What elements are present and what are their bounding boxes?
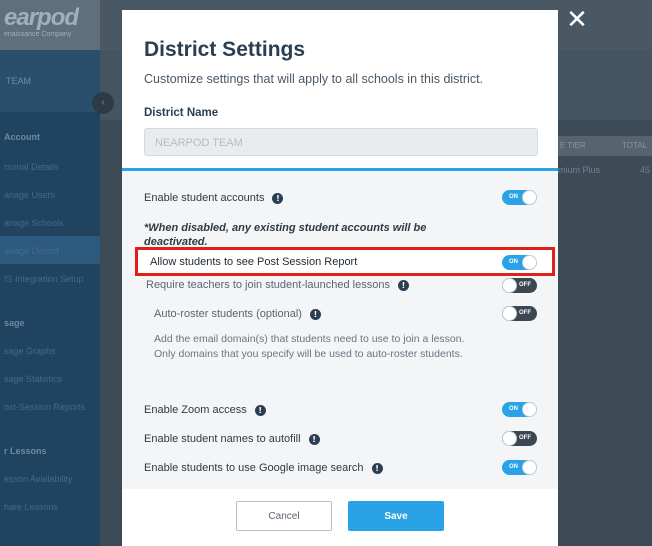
toggle-require-teachers[interactable]: OFF [502, 278, 537, 293]
info-icon[interactable]: ! [254, 404, 266, 416]
toggle-student-accounts[interactable]: ON [502, 190, 537, 205]
toggle-knob [522, 255, 537, 270]
info-icon[interactable]: ! [272, 192, 284, 204]
toggle-state-label: ON [509, 464, 518, 470]
info-icon[interactable]: ! [397, 279, 409, 291]
cancel-button[interactable]: Cancel [236, 501, 332, 531]
toggle-knob [502, 306, 517, 321]
sidebar-team-label: TEAM [6, 76, 32, 86]
toggle-state-label: ON [509, 194, 518, 200]
toggle-state-label: OFF [519, 435, 531, 441]
toggle-state-label: ON [509, 259, 518, 265]
modal-subtitle: Customize settings that will apply to al… [144, 72, 484, 86]
sidebar-section-lessons: r Lessons [4, 446, 47, 456]
sidebar-section-account: Account [4, 132, 40, 142]
sidebar-item-manage-district[interactable]: anage District [4, 246, 59, 256]
sidebar-item-usage-graphs[interactable]: sage Graphs [4, 346, 56, 356]
sidebar-item-lesson-availability[interactable]: esson Availability [4, 474, 72, 484]
sidebar-section-usage: sage [4, 318, 25, 328]
setting-post-session-report-highlight: Allow students to see Post Session Repor… [135, 247, 555, 276]
setting-require-teachers: Require teachers to join student-launche… [146, 279, 409, 291]
setting-auto-roster-label: Auto-roster students (optional) [154, 308, 302, 320]
toggle-post-session-report[interactable]: ON [502, 255, 537, 270]
setting-student-accounts: Enable student accounts ! [144, 192, 284, 204]
table-cell-tier: mium Plus [558, 165, 601, 175]
setting-post-session-report-label: Allow students to see Post Session Repor… [150, 256, 358, 268]
modal-title: District Settings [144, 38, 306, 61]
toggle-knob [522, 190, 537, 205]
logo-brand: earpod [4, 4, 79, 31]
toggle-knob [522, 460, 537, 475]
sidebar-item-share-lessons[interactable]: hare Lessons [4, 502, 58, 512]
toggle-names-autofill[interactable]: OFF [502, 431, 537, 446]
student-accounts-note: *When disabled, any existing student acc… [144, 222, 427, 248]
district-settings-modal: District Settings Customize settings tha… [122, 10, 558, 546]
toggle-state-label: ON [509, 406, 518, 412]
setting-names-autofill: Enable student names to autofill ! [144, 433, 320, 445]
table-header-total: TOTAL [622, 141, 648, 150]
toggle-knob [502, 278, 517, 293]
setting-auto-roster: Auto-roster students (optional) ! [154, 308, 321, 320]
setting-names-autofill-label: Enable student names to autofill [144, 433, 301, 445]
toggle-knob [502, 431, 517, 446]
setting-student-accounts-label: Enable student accounts [144, 192, 265, 204]
district-name-input[interactable]: NEARPOD TEAM [144, 128, 538, 156]
sidebar-item-post-session-reports[interactable]: ost-Session Reports [4, 402, 85, 412]
sidebar-item-personal-details[interactable]: rsonal Details [4, 162, 59, 172]
sidebar-item-manage-schools[interactable]: anage Schools [4, 218, 64, 228]
modal-footer: Cancel Save [122, 489, 558, 546]
setting-zoom-access: Enable Zoom access ! [144, 404, 266, 416]
save-button[interactable]: Save [348, 501, 444, 531]
table-header-tier: E TIER [560, 141, 586, 150]
sidebar-item-sis-integration[interactable]: IS Integration Setup [4, 274, 84, 284]
background-table-header: E TIER TOTAL [556, 136, 652, 156]
sidebar-item-manage-users[interactable]: anage Users [4, 190, 55, 200]
info-icon[interactable]: ! [309, 308, 321, 320]
info-icon[interactable]: ! [308, 433, 320, 445]
setting-zoom-access-label: Enable Zoom access [144, 404, 247, 416]
toggle-google-image-search[interactable]: ON [502, 460, 537, 475]
toggle-state-label: OFF [519, 282, 531, 288]
setting-google-image-search-label: Enable students to use Google image sear… [144, 462, 364, 474]
toggle-knob [522, 402, 537, 417]
toggle-auto-roster[interactable]: OFF [502, 306, 537, 321]
sidebar-item-usage-statistics[interactable]: sage Statistics [4, 374, 62, 384]
close-icon[interactable]: ✕ [566, 6, 588, 32]
sidebar-collapse-icon[interactable]: ‹ [92, 92, 114, 114]
logo-tagline: enaissance Company [4, 31, 72, 38]
auto-roster-help-text: Add the email domain(s) that students ne… [154, 333, 465, 360]
sidebar-team-header: TEAM [0, 50, 100, 112]
toggle-state-label: OFF [519, 310, 531, 316]
district-name-label: District Name [144, 107, 219, 119]
toggle-zoom-access[interactable]: ON [502, 402, 537, 417]
setting-require-teachers-label: Require teachers to join student-launche… [146, 279, 390, 291]
table-cell-total: 45 [640, 165, 651, 175]
setting-google-image-search: Enable students to use Google image sear… [144, 462, 383, 474]
nearpod-logo: earpod enaissance Company [0, 0, 100, 50]
info-icon[interactable]: ! [371, 462, 383, 474]
